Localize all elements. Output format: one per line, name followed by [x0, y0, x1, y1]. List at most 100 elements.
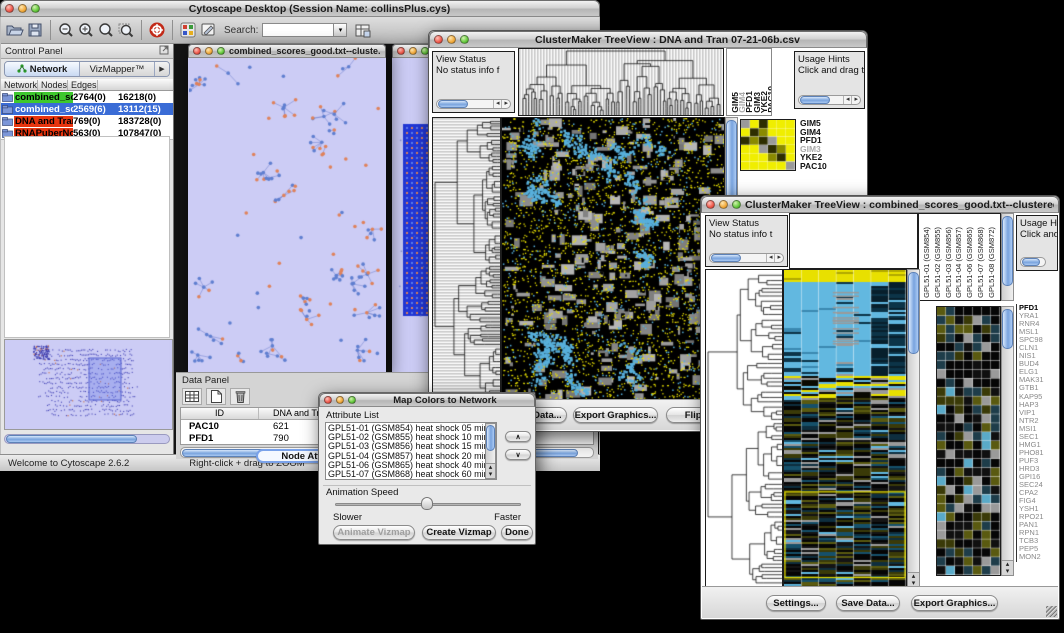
column-label[interactable]: GPL51-02 (GSM855) — [933, 227, 942, 298]
minimize-icon[interactable] — [18, 4, 27, 13]
column-label[interactable]: PAC10 — [766, 86, 772, 113]
filter-table-icon[interactable] — [353, 20, 373, 40]
attribute-list-scrollbar[interactable] — [485, 423, 496, 479]
scroll-down-icon[interactable] — [489, 471, 493, 478]
zoom-heatmap-canvas[interactable] — [741, 120, 795, 170]
new-attribute-icon[interactable] — [206, 388, 226, 405]
delete-attribute-icon[interactable] — [230, 388, 250, 405]
close-icon[interactable] — [434, 35, 443, 44]
usage-hints-scrollbar[interactable] — [1020, 257, 1046, 267]
tab-network[interactable]: Network — [5, 62, 80, 76]
network1-view-canvas[interactable] — [189, 58, 385, 370]
column-label[interactable]: GPL51-08 (GSM872) — [987, 227, 996, 298]
minimize-icon[interactable] — [719, 200, 728, 209]
treeview-combined-titlebar[interactable]: ClusterMaker TreeView : combined_scores_… — [701, 196, 1059, 213]
zoom-window-icon[interactable] — [31, 4, 40, 13]
row-dendrogram-canvas[interactable] — [433, 118, 500, 400]
done-button[interactable]: Done — [501, 525, 533, 540]
gene-label[interactable]: MON2 — [1019, 553, 1060, 561]
view-status-scrollbar[interactable] — [436, 99, 511, 109]
close-icon[interactable] — [5, 4, 14, 13]
scroll-up-icon[interactable] — [1006, 561, 1010, 568]
minimize-icon[interactable] — [336, 396, 344, 404]
main-titlebar[interactable]: Cytoscape Desktop (Session Name: collins… — [0, 0, 600, 17]
column-header[interactable]: Network — [1, 80, 38, 90]
search-input[interactable] — [262, 23, 334, 37]
zoom-vscrollbar[interactable] — [1001, 306, 1014, 576]
tab-vizmapper[interactable]: VizMapper™ — [80, 62, 155, 76]
view-status-scrollbar[interactable] — [709, 253, 784, 263]
zoom-fit-icon[interactable] — [116, 20, 136, 40]
animate-vizmap-button[interactable]: Animate Vizmap — [333, 525, 415, 540]
zoom-in-icon[interactable] — [76, 20, 96, 40]
network-table-header[interactable]: NetworkNodesEdges — [1, 79, 173, 91]
vizmapper-icon[interactable] — [178, 20, 198, 40]
scroll-left-icon[interactable] — [766, 254, 775, 262]
attribute-item[interactable]: GPL51-07 (GSM868) heat shock 60 min — [328, 470, 494, 479]
scroll-right-icon[interactable] — [501, 100, 510, 108]
network-table-row[interactable]: DNA and Tran 07 769(0) 183728(0) — [1, 115, 173, 127]
scroll-up-icon[interactable] — [912, 573, 916, 580]
open-file-icon[interactable] — [5, 20, 25, 40]
scroll-right-icon[interactable] — [851, 96, 860, 104]
column-label[interactable]: GPL51-04 (GSM857) — [954, 227, 963, 298]
global-heatmap-canvas[interactable] — [502, 118, 724, 400]
column-header[interactable]: Edges — [68, 80, 98, 90]
scroll-up-icon[interactable] — [489, 464, 493, 471]
scroll-right-icon[interactable] — [774, 254, 783, 262]
zoom-actual-icon[interactable] — [96, 20, 116, 40]
search-dropdown-icon[interactable]: ▾ — [334, 23, 347, 37]
save-icon[interactable] — [25, 20, 45, 40]
create-vizmap-button[interactable]: Create Vizmap — [422, 525, 496, 540]
column-label[interactable]: GPL51-06 (GSM865) — [965, 227, 974, 298]
gene-label[interactable]: PAC10 — [800, 162, 862, 171]
column-label[interactable]: GPL51-07 (GSM868) — [976, 227, 985, 298]
close-icon[interactable] — [324, 396, 332, 404]
column-header-id[interactable]: ID — [181, 408, 259, 419]
zoom-window-icon[interactable] — [732, 200, 741, 209]
close-icon[interactable] — [397, 47, 405, 55]
column-header[interactable]: Nodes — [38, 80, 68, 90]
scroll-left-icon[interactable] — [843, 96, 852, 104]
zoom-window-icon[interactable] — [217, 47, 225, 55]
zoom-heatmap-canvas[interactable] — [937, 307, 1000, 575]
help-lifebuoy-icon[interactable] — [147, 20, 167, 40]
zoom-out-icon[interactable] — [56, 20, 76, 40]
global-heatmap-canvas[interactable] — [784, 270, 906, 587]
move-down-button[interactable]: ∨ — [505, 449, 531, 460]
scroll-left-icon[interactable] — [493, 100, 502, 108]
move-up-button[interactable]: ∧ — [505, 431, 531, 442]
scroll-down-icon[interactable] — [1006, 568, 1010, 575]
usage-hints-scrollbar[interactable] — [798, 95, 861, 105]
tab-overflow-button[interactable]: ▶ — [155, 62, 169, 76]
column-label[interactable]: GPL51-03 (GSM856) — [944, 227, 953, 298]
column-label[interactable]: GPL51-01 (GSM854) — [922, 227, 931, 298]
close-icon[interactable] — [193, 47, 201, 55]
float-panel-icon[interactable] — [159, 42, 169, 60]
birdseye-view-canvas[interactable] — [4, 339, 173, 430]
minimize-icon[interactable] — [409, 47, 417, 55]
close-icon[interactable] — [706, 200, 715, 209]
annotation-icon[interactable] — [198, 20, 218, 40]
row-dendrogram-canvas[interactable] — [706, 270, 782, 587]
zoom-window-icon[interactable] — [348, 396, 356, 404]
network-table-row[interactable]: combined_scores 2764(0) 16218(0) — [1, 91, 173, 103]
treeview-dna-titlebar[interactable]: ClusterMaker TreeView : DNA and Tran 07-… — [429, 31, 867, 48]
animation-slider-thumb[interactable] — [421, 497, 433, 510]
settings-button[interactable]: Settings... — [766, 595, 826, 611]
export-graphics-button[interactable]: Export Graphics... — [573, 407, 658, 423]
minimize-icon[interactable] — [447, 35, 456, 44]
control-panel-scrollbar[interactable] — [4, 434, 170, 444]
network1-titlebar[interactable]: combined_scores_good.txt--cluste... — [188, 44, 386, 58]
save-data-button[interactable]: Save Data... — [836, 595, 900, 611]
table-mode-icon[interactable] — [182, 388, 202, 405]
column-labels-scrollbar[interactable] — [1001, 213, 1014, 301]
network-table-row[interactable]: combined_sco 2569(6) 13112(15) — [1, 103, 173, 115]
resize-grip[interactable] — [1046, 606, 1057, 617]
export-graphics-button[interactable]: Export Graphics... — [911, 595, 998, 611]
minimize-icon[interactable] — [205, 47, 213, 55]
zoom-window-icon[interactable] — [460, 35, 469, 44]
heatmap-vscrollbar[interactable] — [907, 269, 920, 588]
map-dialog-titlebar[interactable]: Map Colors to Network — [319, 393, 535, 407]
column-dendrogram-canvas[interactable] — [519, 49, 723, 115]
